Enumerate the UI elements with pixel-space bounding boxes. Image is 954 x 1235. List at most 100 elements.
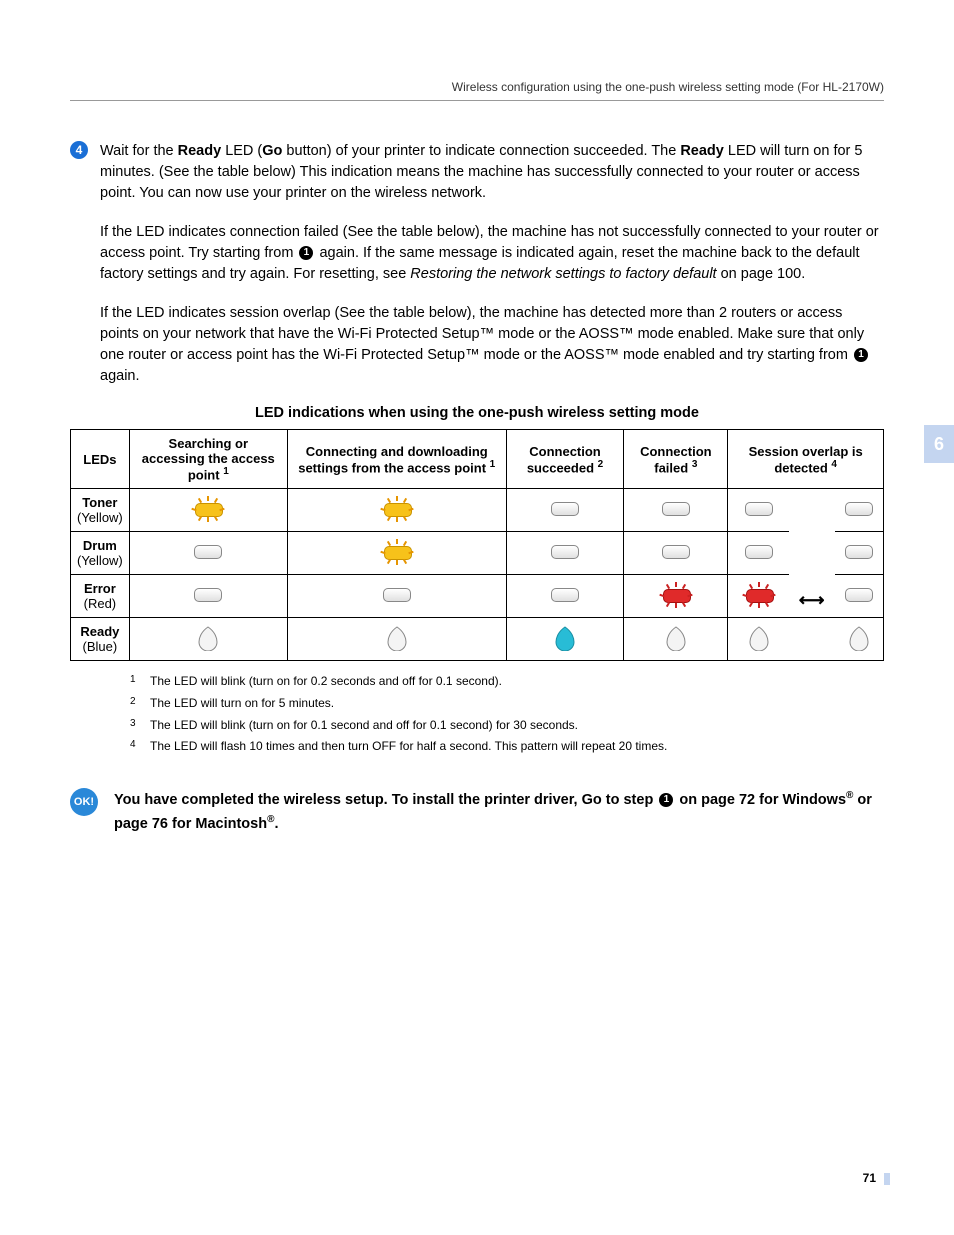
- bold: Ready: [178, 143, 222, 159]
- led-cell: [506, 532, 624, 575]
- led-cell: [129, 618, 287, 661]
- text: on page 72 for Windows: [675, 792, 846, 808]
- bold: Go: [262, 143, 282, 159]
- th-leds: LEDs: [71, 430, 130, 489]
- table-row: Error(Red): [71, 575, 884, 618]
- footnote: 2The LED will turn on for 5 minutes.: [130, 693, 884, 715]
- led-cell: [728, 575, 789, 618]
- arrow-cell: ⟷: [789, 489, 835, 618]
- led-off-icon: [551, 588, 579, 602]
- led-label: Ready(Blue): [71, 618, 130, 661]
- bold: Ready: [680, 143, 724, 159]
- led-blink-yellow-icon: [378, 540, 416, 564]
- led-cell: [835, 532, 884, 575]
- italic-reference: Restoring the network settings to factor…: [410, 266, 716, 282]
- led-blink-red-icon: [657, 583, 695, 607]
- led-cell: [624, 532, 728, 575]
- led-cell: [287, 618, 506, 661]
- footnote-text: The LED will blink (turn on for 0.1 seco…: [150, 715, 578, 737]
- page-corner-accent: [884, 1173, 890, 1185]
- led-cell: [624, 575, 728, 618]
- double-arrow-icon: ⟷: [799, 590, 825, 610]
- led-cell: [129, 532, 287, 575]
- led-cell: [835, 575, 884, 618]
- table-row: Ready(Blue): [71, 618, 884, 661]
- led-cell: [287, 489, 506, 532]
- ok-text: You have completed the wireless setup. T…: [114, 788, 884, 836]
- led-teardrop-on-blue-icon: [554, 625, 576, 651]
- led-cell: [506, 489, 624, 532]
- led-teardrop-off-icon: [197, 625, 219, 651]
- led-cell: [287, 532, 506, 575]
- ok-callout: OK! You have completed the wireless setu…: [70, 788, 884, 836]
- table-header-row: LEDs Searching or accessing the access p…: [71, 430, 884, 489]
- led-off-icon: [845, 588, 873, 602]
- led-cell: [129, 489, 287, 532]
- led-off-icon: [745, 502, 773, 516]
- led-cell: [835, 489, 884, 532]
- table-row: Toner(Yellow) ⟷: [71, 489, 884, 532]
- led-off-icon: [845, 545, 873, 559]
- led-label: Toner(Yellow): [71, 489, 130, 532]
- text: button) of your printer to indicate conn…: [282, 143, 680, 159]
- led-teardrop-off-icon: [748, 625, 770, 651]
- table-title: LED indications when using the one-push …: [70, 405, 884, 421]
- th-connecting: Connecting and downloading settings from…: [287, 430, 506, 489]
- text: on page 100.: [717, 266, 806, 282]
- page-header: Wireless configuration using the one-pus…: [70, 80, 884, 101]
- reference-badge: 1: [659, 793, 673, 807]
- footnote-text: The LED will flash 10 times and then tur…: [150, 736, 667, 758]
- led-label: Drum(Yellow): [71, 532, 130, 575]
- led-blink-yellow-icon: [189, 497, 227, 521]
- led-off-icon: [551, 545, 579, 559]
- led-teardrop-off-icon: [386, 625, 408, 651]
- footnote: 4The LED will flash 10 times and then tu…: [130, 736, 884, 758]
- text: Wait for the: [100, 143, 178, 159]
- paragraph-connection-failed: If the LED indicates connection failed (…: [100, 222, 884, 285]
- text: .: [274, 816, 278, 832]
- led-cell: [835, 618, 884, 661]
- led-cell: [789, 618, 835, 661]
- th-failed: Connection failed 3: [624, 430, 728, 489]
- footnote-text: The LED will turn on for 5 minutes.: [150, 693, 334, 715]
- led-off-icon: [383, 588, 411, 602]
- led-teardrop-off-icon: [848, 625, 870, 651]
- led-cell: [728, 532, 789, 575]
- led-off-icon: [662, 545, 690, 559]
- led-cell: [129, 575, 287, 618]
- page-number: 71: [863, 1171, 876, 1185]
- footnote: 3The LED will blink (turn on for 0.1 sec…: [130, 715, 884, 737]
- text: You have completed the wireless setup. T…: [114, 792, 657, 808]
- footnote-text: The LED will blink (turn on for 0.2 seco…: [150, 671, 502, 693]
- step-4: 4 Wait for the Ready LED (Go button) of …: [70, 141, 884, 204]
- led-off-icon: [194, 545, 222, 559]
- led-label: Error(Red): [71, 575, 130, 618]
- text: again.: [100, 368, 140, 384]
- th-searching: Searching or accessing the access point …: [129, 430, 287, 489]
- led-off-icon: [551, 502, 579, 516]
- th-succeeded: Connection succeeded 2: [506, 430, 624, 489]
- led-off-icon: [194, 588, 222, 602]
- reference-badge: 1: [854, 348, 868, 362]
- led-cell: [506, 618, 624, 661]
- led-cell: [624, 618, 728, 661]
- led-blink-yellow-icon: [378, 497, 416, 521]
- text: LED (: [221, 143, 262, 159]
- chapter-tab: 6: [924, 425, 954, 463]
- step-number-badge: 4: [70, 141, 88, 159]
- led-cell: [728, 618, 789, 661]
- footnote: 1The LED will blink (turn on for 0.2 sec…: [130, 671, 884, 693]
- led-cell: [287, 575, 506, 618]
- led-cell: [624, 489, 728, 532]
- footnotes: 1The LED will blink (turn on for 0.2 sec…: [130, 671, 884, 757]
- led-cell: [506, 575, 624, 618]
- step-4-text: Wait for the Ready LED (Go button) of yo…: [100, 141, 884, 204]
- ok-badge-icon: OK!: [70, 788, 98, 816]
- led-teardrop-off-icon: [665, 625, 687, 651]
- led-blink-red-icon: [740, 583, 778, 607]
- reference-badge: 1: [299, 246, 313, 260]
- table-row: Drum(Yellow): [71, 532, 884, 575]
- paragraph-session-overlap: If the LED indicates session overlap (Se…: [100, 303, 884, 387]
- th-overlap: Session overlap is detected 4: [728, 430, 884, 489]
- text: If the LED indicates session overlap (Se…: [100, 305, 864, 363]
